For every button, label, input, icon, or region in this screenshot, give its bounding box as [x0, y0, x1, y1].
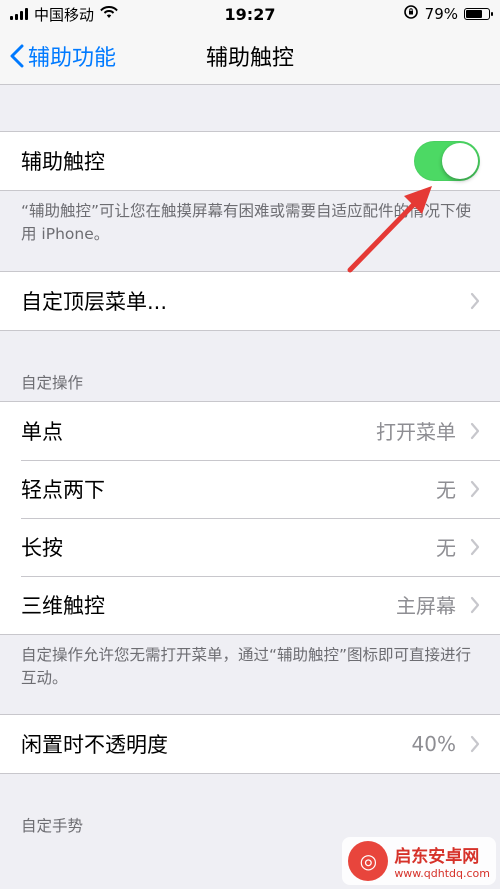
- assistive-touch-toggle[interactable]: [414, 141, 480, 181]
- carrier-label: 中国移动: [34, 5, 95, 24]
- assistive-touch-group: 辅助触控: [0, 131, 500, 191]
- page-title: 辅助触控: [205, 46, 294, 71]
- action-label: 轻点两下: [21, 477, 105, 502]
- chevron-right-icon: [470, 735, 480, 753]
- custom-actions-header: 自定操作: [21, 373, 84, 392]
- action-row-long-press[interactable]: 长按 无: [0, 517, 500, 576]
- assistive-touch-label: 辅助触控: [21, 150, 105, 174]
- back-button-label: 辅助功能: [28, 46, 117, 71]
- idle-opacity-value: 40%: [411, 732, 456, 756]
- idle-opacity-group: 闲置时不透明度 40%: [0, 714, 500, 774]
- action-row-single-tap[interactable]: 单点 打开菜单: [0, 402, 500, 460]
- watermark-url: www.qdhtdq.com: [394, 867, 490, 880]
- chevron-left-icon: [10, 44, 24, 68]
- assistive-touch-row: 辅助触控: [0, 132, 500, 190]
- watermark-title: 启东安卓网: [394, 847, 480, 867]
- assistive-touch-note: “辅助触控”可让您在触摸屏幕有困难或需要自适应配件的情况下使用 iPhone。: [21, 202, 472, 244]
- signal-icon: [10, 8, 28, 20]
- idle-opacity-label: 闲置时不透明度: [21, 733, 168, 757]
- action-row-double-tap[interactable]: 轻点两下 无: [0, 459, 500, 518]
- chevron-right-icon: [470, 596, 480, 613]
- customize-top-menu-label: 自定顶层菜单...: [21, 289, 168, 314]
- watermark-logo-icon: ◎: [348, 841, 389, 881]
- idle-opacity-row[interactable]: 闲置时不透明度 40%: [0, 715, 500, 773]
- action-label: 长按: [21, 535, 63, 560]
- chevron-right-icon: [470, 480, 480, 497]
- status-left: 中国移动: [10, 4, 118, 25]
- chevron-right-icon: [470, 292, 480, 309]
- chevron-right-icon: [470, 538, 480, 555]
- action-value: 无: [436, 478, 456, 502]
- top-menu-group: 自定顶层菜单...: [0, 270, 500, 331]
- customize-top-menu-row[interactable]: 自定顶层菜单...: [0, 272, 500, 330]
- chevron-right-icon: [470, 422, 480, 439]
- toggle-knob: [442, 143, 478, 179]
- battery-icon: [464, 8, 493, 20]
- action-value: 打开菜单: [376, 420, 456, 444]
- wifi-icon: [100, 5, 118, 23]
- action-row-3d-touch[interactable]: 三维触控 主屏幕: [0, 575, 500, 634]
- custom-actions-note: 自定操作允许您无需打开菜单，通过“辅助触控”图标即可直接进行互动。: [21, 645, 472, 687]
- action-value: 无: [436, 536, 456, 560]
- status-bar: 中国移动 19:27 79%: [0, 0, 500, 28]
- navigation-bar: 辅助功能 辅助触控: [0, 28, 500, 85]
- custom-actions-group: 单点 打开菜单 轻点两下 无 长按 无 三维触控 主屏幕: [0, 400, 500, 635]
- action-label: 单点: [21, 419, 63, 444]
- battery-percent: 79%: [424, 5, 458, 23]
- back-button[interactable]: 辅助功能: [10, 40, 116, 72]
- status-time: 19:27: [224, 4, 276, 24]
- rotation-lock-icon: [403, 4, 419, 24]
- status-right: 79%: [403, 4, 493, 24]
- action-value: 主屏幕: [396, 594, 456, 618]
- watermark: ◎ 启东安卓网 www.qdhtdq.com: [342, 837, 496, 885]
- action-label: 三维触控: [21, 593, 105, 618]
